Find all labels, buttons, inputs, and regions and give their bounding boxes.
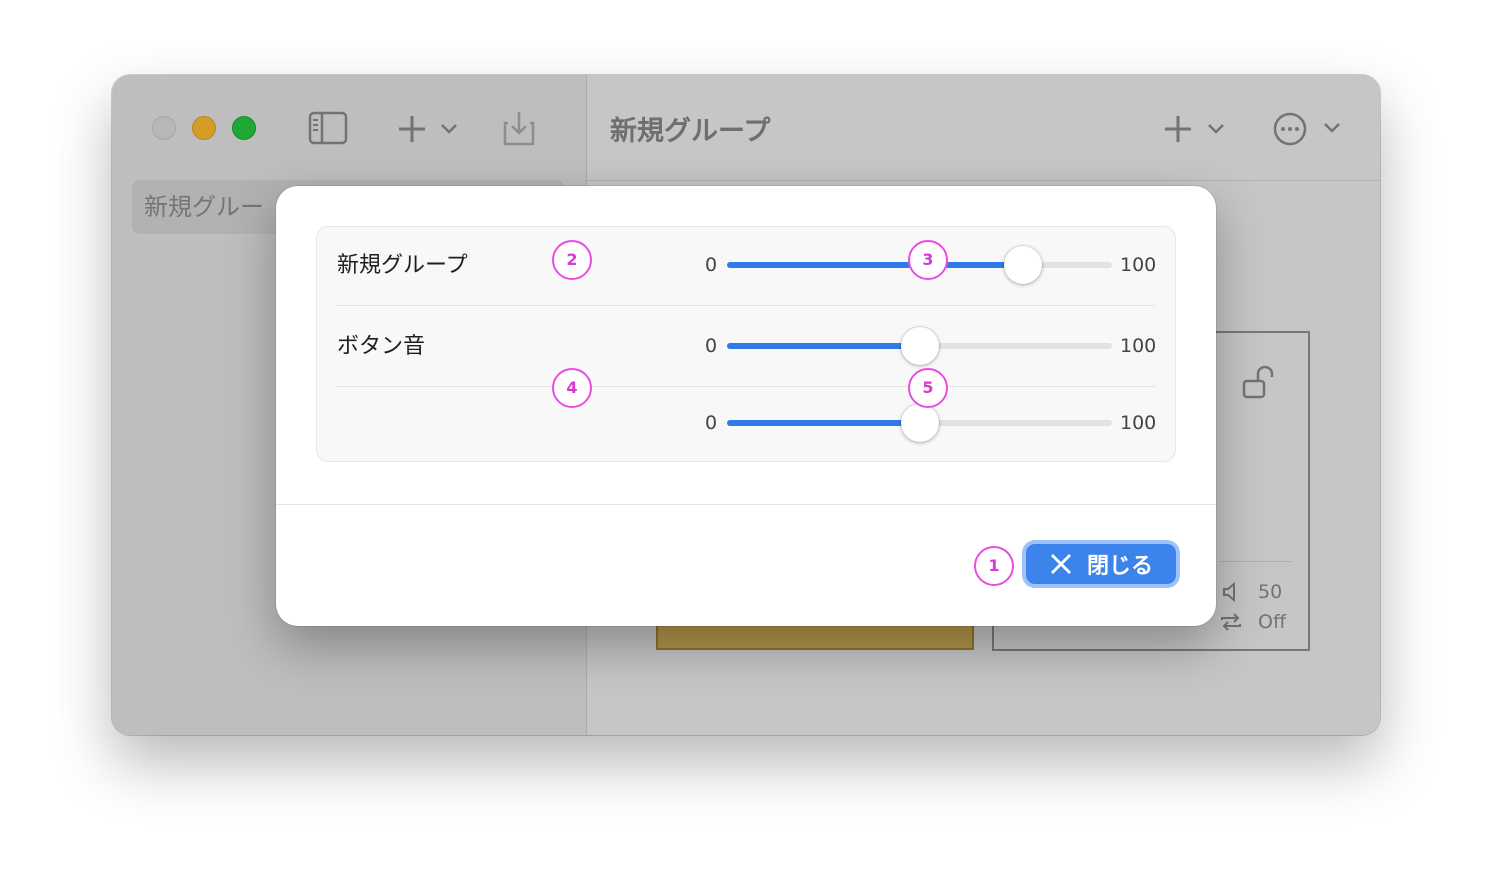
annotation-badge: 2 bbox=[552, 240, 592, 280]
volume-panel: 新規グループ 0 100 ボタン音 0 100 0 100 bbox=[316, 226, 1176, 462]
sound-slider[interactable] bbox=[727, 404, 1112, 442]
dialog-divider bbox=[276, 504, 1216, 505]
slider-max-label: 100 bbox=[1120, 335, 1157, 357]
annotation-badge: 5 bbox=[908, 368, 948, 408]
close-button-label: 閉じる bbox=[1086, 554, 1153, 579]
slider-thumb[interactable] bbox=[900, 404, 939, 442]
annotation-badge: 3 bbox=[908, 240, 948, 280]
slider-max-label: 100 bbox=[1120, 254, 1157, 276]
slider-fill bbox=[727, 343, 920, 349]
slider-max-label: 100 bbox=[1120, 412, 1157, 434]
row-label-group: 新規グループ bbox=[337, 253, 468, 278]
slider-fill bbox=[727, 262, 1024, 268]
row-separator bbox=[337, 386, 1155, 387]
slider-fill bbox=[727, 420, 920, 426]
slider-min-label: 0 bbox=[705, 335, 718, 357]
button-sound-slider[interactable] bbox=[727, 327, 1112, 365]
annotation-badge: 1 bbox=[974, 546, 1014, 586]
row-label-button-sound: ボタン音 bbox=[337, 334, 426, 359]
slider-thumb[interactable] bbox=[900, 327, 939, 365]
slider-min-label: 0 bbox=[705, 412, 718, 434]
close-icon bbox=[1050, 554, 1071, 574]
volume-dialog: 新規グループ 0 100 ボタン音 0 100 0 100 閉じる bbox=[276, 186, 1216, 626]
annotation-badge: 4 bbox=[552, 368, 592, 408]
row-separator bbox=[337, 305, 1155, 306]
slider-thumb[interactable] bbox=[1004, 246, 1043, 284]
slider-min-label: 0 bbox=[705, 254, 718, 276]
close-button[interactable]: 閉じる bbox=[1026, 544, 1176, 584]
